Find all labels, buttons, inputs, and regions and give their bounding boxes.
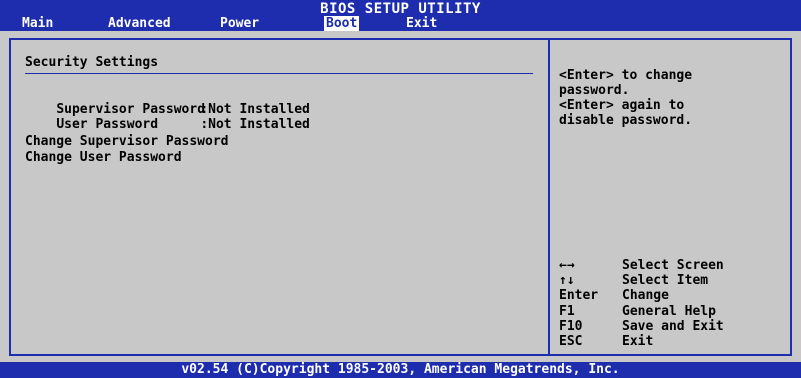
key-description: Change [622,288,669,304]
key-description: Exit [622,334,654,350]
key-description: Select Item [622,273,709,289]
section-title: Security Settings [25,55,159,70]
key-row: F10 Save and Exit [559,319,779,334]
help-line: password. [559,83,630,98]
key-row: F1 General Help [559,304,779,319]
key-row: Enter Change [559,288,779,303]
help-line: disable password. [559,113,693,128]
help-line: <Enter> again to [559,98,685,113]
key-row: ↑↓ Select Item [559,273,779,288]
copyright-text: v02.54 (C)Copyright 1985-2003, American … [181,362,620,377]
status-label: User Password [56,117,159,132]
key-legend: ←→ Select Screen ↑↓ Select Item Enter Ch… [559,258,779,349]
key-description: Save and Exit [622,318,724,334]
change-user-password-item[interactable]: Change User Password [25,150,182,165]
top-bar: BIOS SETUP UTILITY Main Advanced Power B… [0,0,801,31]
section-divider [25,73,533,74]
settings-panel [9,38,549,356]
menu-main[interactable]: Main [20,16,55,31]
footer-bar: v02.54 (C)Copyright 1985-2003, American … [0,362,801,378]
key-name: Enter [559,288,599,304]
key-description: Select Screen [622,258,724,273]
key-name: ESC [559,334,583,350]
bios-title: BIOS SETUP UTILITY [320,1,481,17]
key-row: ←→ Select Screen [559,258,779,273]
menu-advanced[interactable]: Advanced [106,16,173,31]
change-supervisor-password-item[interactable]: Change Supervisor Password [25,134,229,149]
key-name: F10 [559,318,583,334]
key-description: General Help [622,303,716,319]
status-value: :Not Installed [200,117,310,132]
bios-screen: BIOS SETUP UTILITY Main Advanced Power B… [0,0,801,378]
up-down-arrows-icon: ↑↓ [559,273,575,289]
key-name: F1 [559,303,575,319]
menu-exit[interactable]: Exit [404,16,439,31]
left-right-arrows-icon: ←→ [559,258,575,273]
help-line: <Enter> to change [559,68,693,83]
menu-power[interactable]: Power [218,16,261,31]
help-text: <Enter> to change password. <Enter> agai… [559,68,779,128]
key-row: ESC Exit [559,334,779,349]
menu-boot[interactable]: Boot [324,16,360,31]
